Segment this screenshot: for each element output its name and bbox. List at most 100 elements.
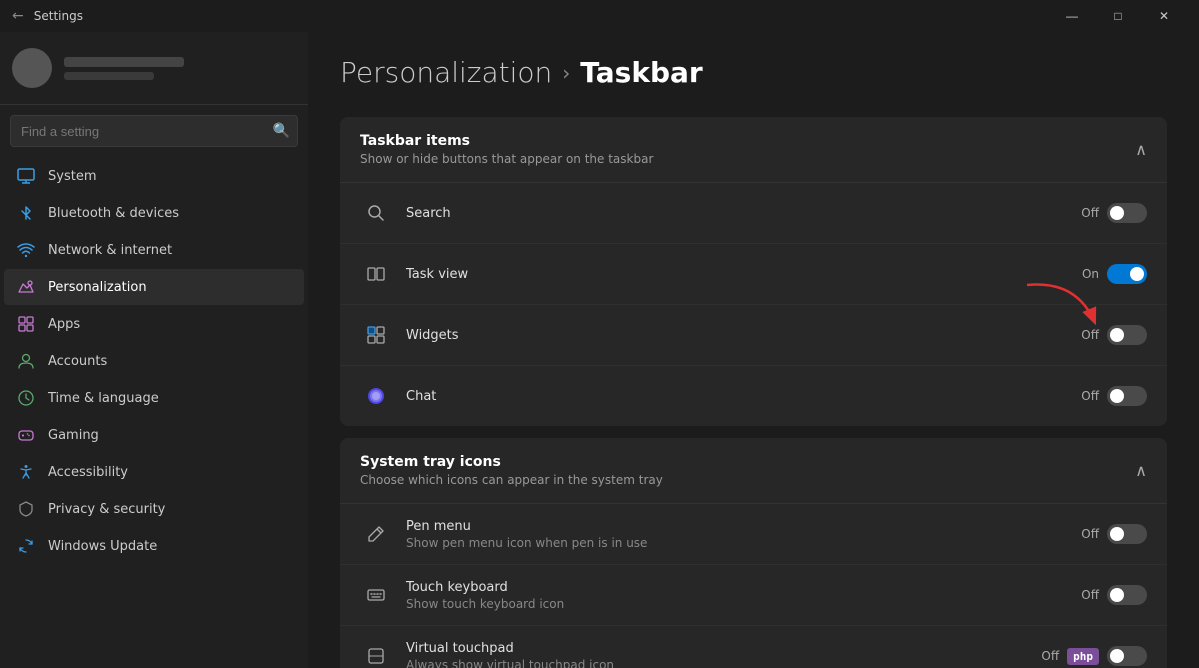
- breadcrumb-parent[interactable]: Personalization: [340, 56, 552, 89]
- virtualtouchpad-setting-icon: [360, 640, 392, 668]
- chat-setting-row: Chat Off: [340, 366, 1167, 426]
- sidebar-item-system[interactable]: System: [4, 158, 304, 194]
- taskview-setting-icon: [360, 258, 392, 290]
- chevron-up-icon: ∧: [1135, 140, 1147, 159]
- virtualtouchpad-setting-name: Virtual touchpad: [406, 641, 1041, 656]
- taskview-toggle-knob: [1130, 267, 1144, 281]
- system-tray-section: System tray icons Choose which icons can…: [340, 438, 1167, 668]
- maximize-button[interactable]: □: [1095, 0, 1141, 32]
- section-desc: Show or hide buttons that appear on the …: [360, 152, 653, 166]
- taskview-toggle[interactable]: [1107, 264, 1147, 284]
- title-bar: ← Settings — □ ✕: [0, 0, 1199, 32]
- touchkeyboard-setting-info: Touch keyboard Show touch keyboard icon: [406, 580, 1081, 611]
- virtualtouchpad-setting-row: Virtual touchpad Always show virtual tou…: [340, 626, 1167, 668]
- personalization-icon: [16, 277, 36, 297]
- virtualtouchpad-toggle-knob: [1110, 649, 1124, 663]
- accessibility-icon: [16, 462, 36, 482]
- sidebar-item-bluetooth[interactable]: Bluetooth & devices: [4, 195, 304, 231]
- widgets-status: Off: [1081, 328, 1099, 342]
- breadcrumb: Personalization › Taskbar: [340, 56, 1167, 89]
- taskview-setting-row: Task view On: [340, 244, 1167, 305]
- chat-toggle[interactable]: [1107, 386, 1147, 406]
- search-setting-row: Search Off: [340, 183, 1167, 244]
- touchkeyboard-toggle-knob: [1110, 588, 1124, 602]
- sidebar-item-privacy[interactable]: Privacy & security: [4, 491, 304, 527]
- taskbar-items-section: Taskbar items Show or hide buttons that …: [340, 117, 1167, 426]
- sidebar-item-update[interactable]: Windows Update: [4, 528, 304, 564]
- close-button[interactable]: ✕: [1141, 0, 1187, 32]
- network-icon: [16, 240, 36, 260]
- chat-setting-name: Chat: [406, 389, 1081, 404]
- touchkeyboard-setting-icon: [360, 579, 392, 611]
- touchkeyboard-setting-name: Touch keyboard: [406, 580, 1081, 595]
- avatar: [12, 48, 52, 88]
- search-toggle[interactable]: [1107, 203, 1147, 223]
- sidebar-item-label: Accessibility: [48, 465, 128, 480]
- widgets-setting-row: Widgets Off: [340, 305, 1167, 366]
- update-icon: [16, 536, 36, 556]
- section-title: Taskbar items: [360, 133, 653, 149]
- widgets-toggle[interactable]: [1107, 325, 1147, 345]
- app-title: Settings: [34, 9, 83, 23]
- gaming-icon: [16, 425, 36, 445]
- search-setting-icon: [360, 197, 392, 229]
- sidebar-item-label: System: [48, 169, 96, 184]
- sidebar-item-label: Windows Update: [48, 539, 157, 554]
- penmenu-status: Off: [1081, 527, 1099, 541]
- search-setting-name: Search: [406, 206, 1081, 221]
- sidebar-item-label: Bluetooth & devices: [48, 206, 179, 221]
- bluetooth-icon: [16, 203, 36, 223]
- widgets-setting-icon: [360, 319, 392, 351]
- window-controls: — □ ✕: [1049, 0, 1187, 32]
- sidebar-item-gaming[interactable]: Gaming: [4, 417, 304, 453]
- virtualtouchpad-toggle[interactable]: [1107, 646, 1147, 666]
- sidebar-item-label: Apps: [48, 317, 80, 332]
- sidebar-item-time[interactable]: Time & language: [4, 380, 304, 416]
- sidebar: 🔍 System Blue: [0, 32, 308, 668]
- sidebar-item-network[interactable]: Network & internet: [4, 232, 304, 268]
- virtualtouchpad-setting-control: Off php: [1041, 646, 1147, 666]
- user-name: [64, 57, 184, 67]
- sidebar-item-accessibility[interactable]: Accessibility: [4, 454, 304, 490]
- penmenu-setting-control: Off: [1081, 524, 1147, 544]
- chat-setting-icon: [360, 380, 392, 412]
- penmenu-toggle[interactable]: [1107, 524, 1147, 544]
- virtualtouchpad-status: Off: [1041, 649, 1059, 663]
- search-toggle-knob: [1110, 206, 1124, 220]
- virtualtouchpad-setting-info: Virtual touchpad Always show virtual tou…: [406, 641, 1041, 668]
- breadcrumb-current: Taskbar: [580, 56, 702, 89]
- minimize-button[interactable]: —: [1049, 0, 1095, 32]
- search-status: Off: [1081, 206, 1099, 220]
- penmenu-setting-name: Pen menu: [406, 519, 1081, 534]
- taskbar-items-header[interactable]: Taskbar items Show or hide buttons that …: [340, 117, 1167, 183]
- virtualtouchpad-setting-desc: Always show virtual touchpad icon: [406, 658, 1041, 668]
- touchkeyboard-toggle[interactable]: [1107, 585, 1147, 605]
- search-input[interactable]: [10, 115, 298, 147]
- system-icon: [16, 166, 36, 186]
- sidebar-item-label: Gaming: [48, 428, 99, 443]
- chat-toggle-knob: [1110, 389, 1124, 403]
- user-section: [0, 32, 308, 105]
- tray-chevron-up-icon: ∧: [1135, 461, 1147, 480]
- sidebar-item-accounts[interactable]: Accounts: [4, 343, 304, 379]
- sidebar-item-label: Network & internet: [48, 243, 172, 258]
- sidebar-item-personalization[interactable]: Personalization: [4, 269, 304, 305]
- search-setting-control: Off: [1081, 203, 1147, 223]
- chat-setting-control: Off: [1081, 386, 1147, 406]
- php-badge: php: [1067, 648, 1099, 665]
- sidebar-item-label: Personalization: [48, 280, 147, 295]
- chat-status: Off: [1081, 389, 1099, 403]
- penmenu-setting-row: Pen menu Show pen menu icon when pen is …: [340, 504, 1167, 565]
- taskview-setting-control: On: [1082, 264, 1147, 284]
- taskview-setting-info: Task view: [406, 267, 1082, 282]
- penmenu-setting-desc: Show pen menu icon when pen is in use: [406, 536, 1081, 550]
- taskview-setting-name: Task view: [406, 267, 1082, 282]
- widgets-setting-info: Widgets: [406, 328, 1081, 343]
- touchkeyboard-setting-control: Off: [1081, 585, 1147, 605]
- sidebar-item-label: Privacy & security: [48, 502, 165, 517]
- system-tray-header[interactable]: System tray icons Choose which icons can…: [340, 438, 1167, 504]
- accounts-icon: [16, 351, 36, 371]
- widgets-setting-name: Widgets: [406, 328, 1081, 343]
- sidebar-item-apps[interactable]: Apps: [4, 306, 304, 342]
- back-button[interactable]: ←: [12, 8, 24, 24]
